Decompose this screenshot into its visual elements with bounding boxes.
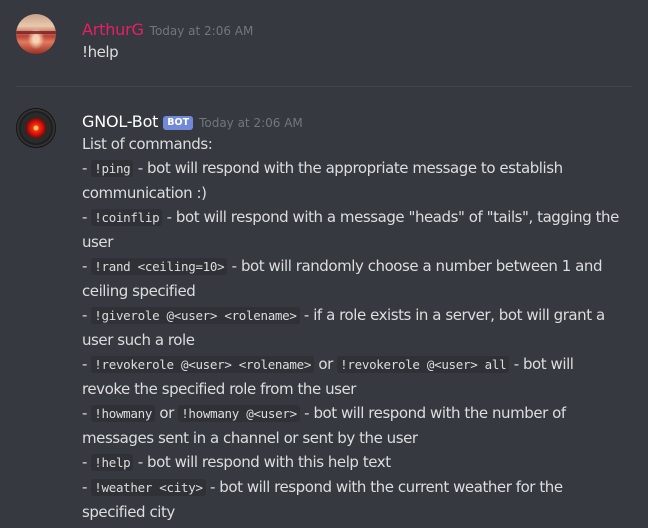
bot-avatar[interactable] <box>16 108 56 148</box>
command-line-ping: - !ping - bot will respond with the appr… <box>82 159 563 177</box>
command-code-alt: !revokerole @<user> all <box>337 356 510 373</box>
message-header: ArthurG Today at 2:06 AM <box>82 20 253 39</box>
command-description: bot will respond with the number of <box>313 404 566 422</box>
command-line-howmany-cont: messages sent in a channel or sent by th… <box>82 429 418 447</box>
command-line-giverole-cont: user such a role <box>82 331 195 349</box>
command-code: !rand <ceiling=10> <box>91 258 228 275</box>
timestamp: Today at 2:06 AM <box>199 116 303 130</box>
hal-eye-icon <box>26 118 46 138</box>
message-divider <box>16 86 632 87</box>
command-code: !giverole @<user> <rolename> <box>91 307 300 324</box>
command-line-help: - !help - bot will respond with this hel… <box>82 453 391 471</box>
timestamp: Today at 2:06 AM <box>149 24 254 38</box>
command-description: bot will <box>522 355 574 373</box>
command-line-coinflip-cont: user <box>82 233 113 251</box>
command-line-weather-cont: specified city <box>82 503 175 521</box>
command-code: !coinflip <box>91 209 163 226</box>
command-line-ping-cont: communication :) <box>82 184 207 202</box>
username[interactable]: GNOL-Bot <box>82 112 158 131</box>
command-line-howmany: - !howmany or !howmany @<user> - bot wil… <box>82 404 566 422</box>
command-line-revokerole-cont: revoke the specified role from the user <box>82 380 357 398</box>
user-avatar[interactable] <box>16 14 56 54</box>
message-text: !help <box>82 43 119 61</box>
command-description: bot will randomly choose a number betwee… <box>240 257 603 275</box>
command-description: bot will respond with this help text <box>147 453 391 471</box>
command-description: if a role exists in a server, bot will g… <box>313 306 605 324</box>
bot-badge: BOT <box>163 116 194 130</box>
command-code: !revokerole @<user> <rolename> <box>91 356 315 373</box>
message-content: List of commands: - !ping - bot will res… <box>82 132 642 524</box>
command-line-coinflip: - !coinflip - bot will respond with a me… <box>82 208 619 226</box>
command-line-giverole: - !giverole @<user> <rolename> - if a ro… <box>82 306 605 324</box>
command-code-alt: !howmany @<user> <box>178 405 300 422</box>
command-code: !ping <box>91 160 134 177</box>
command-code: !weather <city> <box>91 479 206 496</box>
command-line-rand-cont: ceiling specified <box>82 282 196 300</box>
command-line-rand: - !rand <ceiling=10> - bot will randomly… <box>82 257 603 275</box>
command-code: !howmany <box>91 405 156 422</box>
command-description: bot will respond with a message "heads" … <box>175 208 619 226</box>
command-line-weather: - !weather <city> - bot will respond wit… <box>82 478 563 496</box>
command-description: bot will respond with the appropriate me… <box>147 159 563 177</box>
message-content: !help <box>82 40 642 64</box>
command-code: !help <box>91 454 134 471</box>
message-header: GNOL-Bot BOT Today at 2:06 AM <box>82 112 303 132</box>
or-text: or <box>159 404 174 422</box>
commands-intro: List of commands: <box>82 135 213 153</box>
or-text: or <box>318 355 333 373</box>
username[interactable]: ArthurG <box>82 20 144 39</box>
command-line-revokerole: - !revokerole @<user> <rolename> or !rev… <box>82 355 574 373</box>
command-description: bot will respond with the current weathe… <box>219 478 563 496</box>
